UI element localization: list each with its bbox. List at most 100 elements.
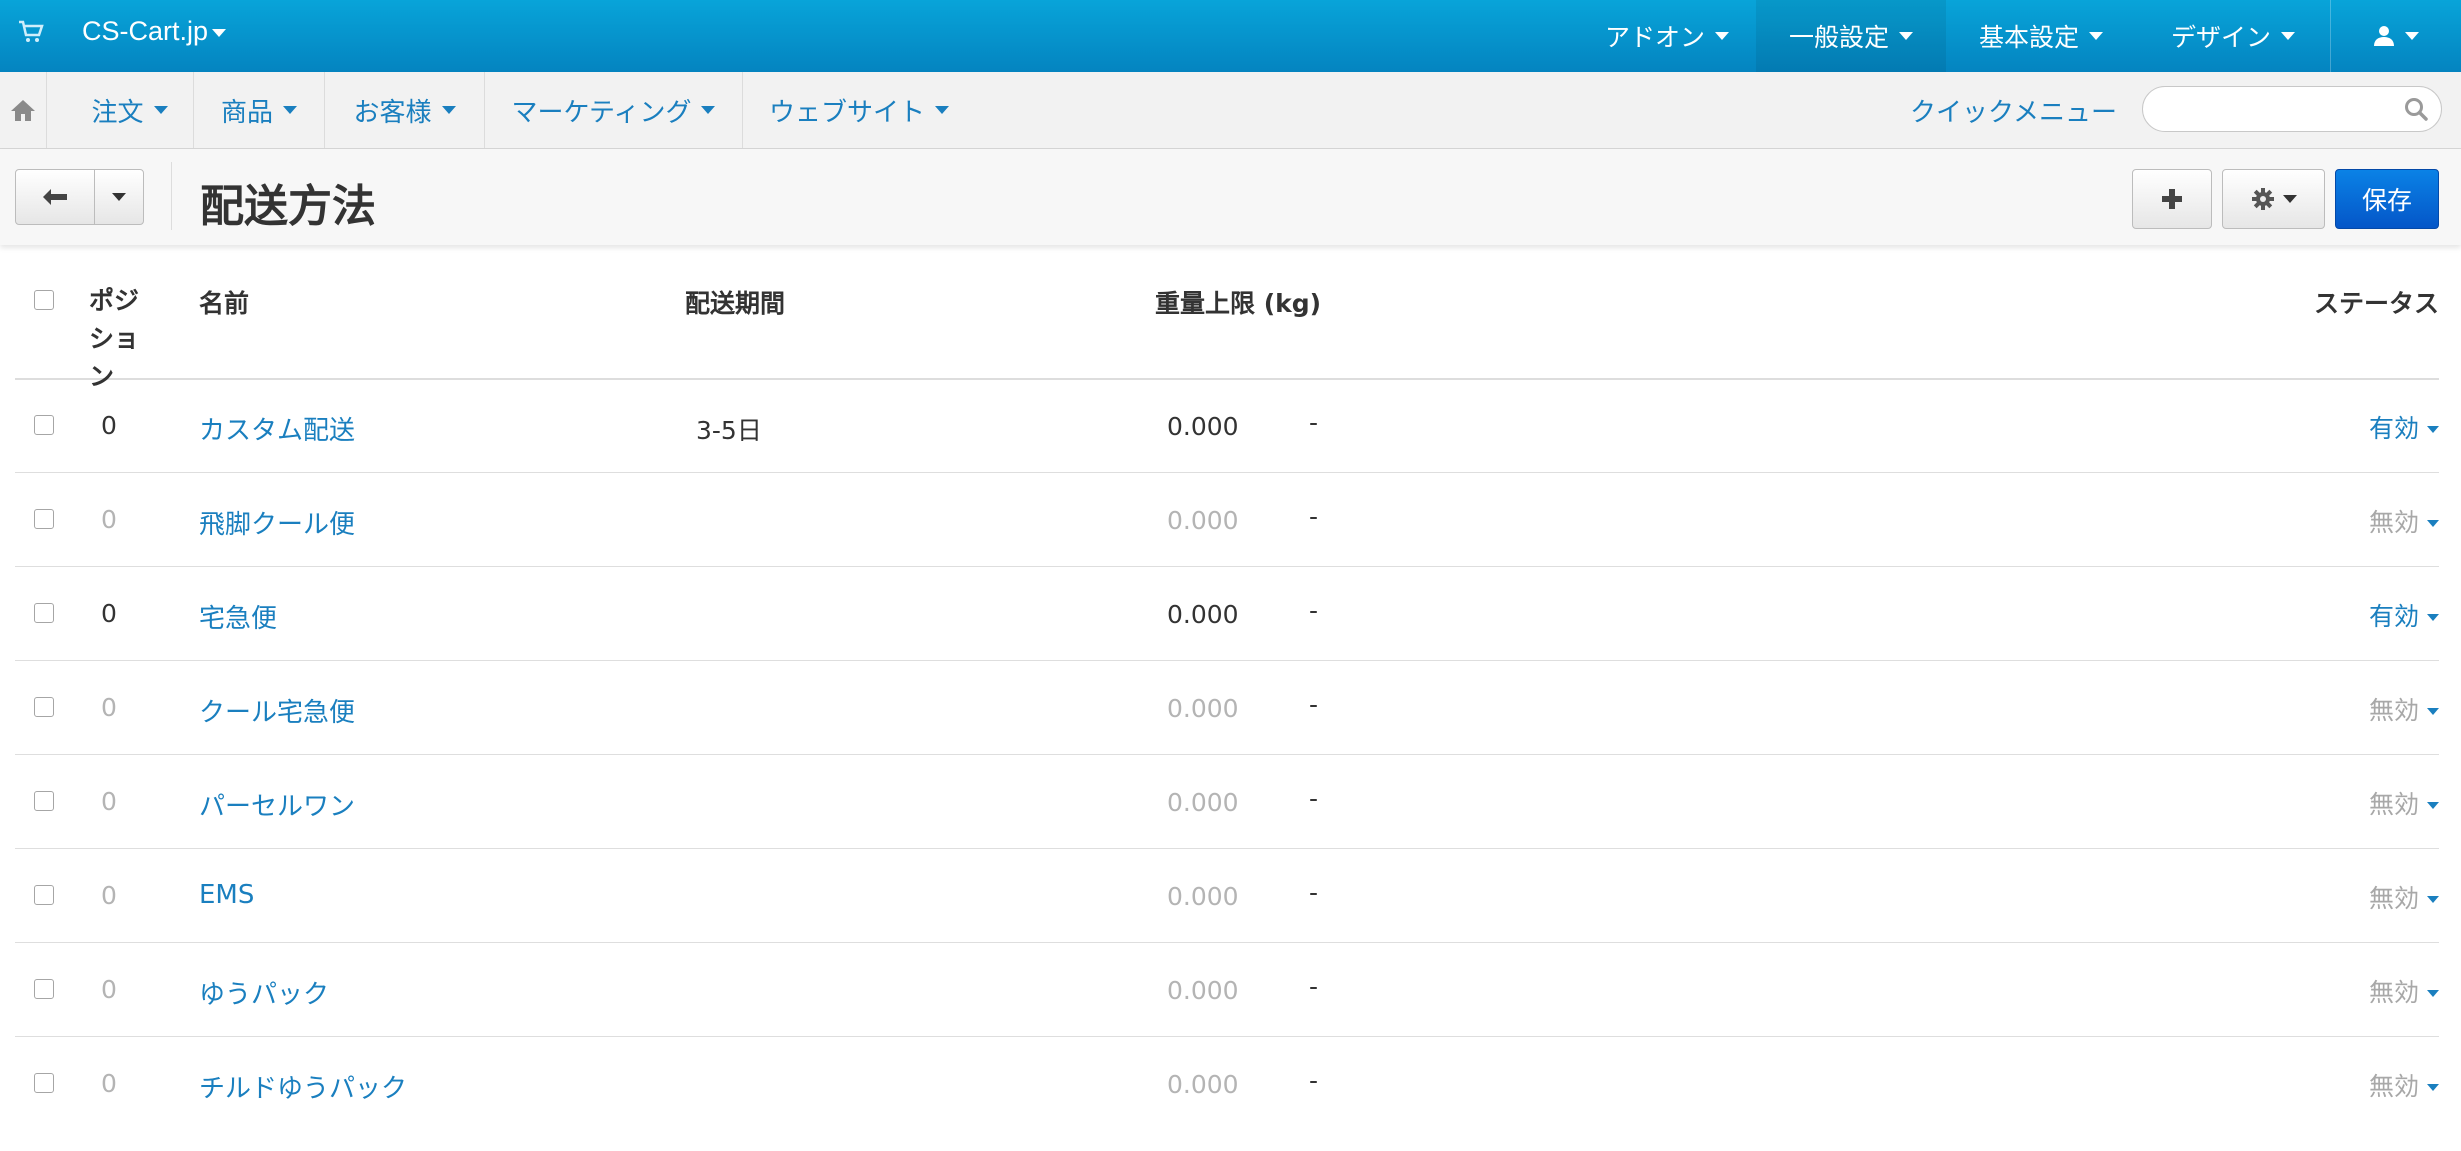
save-button-label: 保存 bbox=[2361, 186, 2412, 215]
nav-customers[interactable]: お客様 bbox=[325, 72, 485, 148]
weight-min: 0.000 bbox=[1167, 600, 1239, 629]
main-nav: 注文 商品 お客様 マーケティング ウェブサイト クイックメニュー bbox=[0, 72, 2461, 149]
nav-orders-label: 注文 bbox=[91, 97, 144, 128]
settings-button[interactable] bbox=[2222, 169, 2325, 229]
table-row: 0 EMS 0.000 - 無効 bbox=[15, 848, 2439, 943]
cart-icon bbox=[18, 20, 44, 44]
row-checkbox[interactable] bbox=[34, 791, 54, 811]
plus-icon bbox=[2161, 188, 2183, 210]
shipping-name-link[interactable]: クール宅急便 bbox=[199, 692, 355, 729]
row-checkbox[interactable] bbox=[34, 603, 54, 623]
quick-menu-label: クイックメニュー bbox=[1910, 97, 2117, 128]
row-checkbox[interactable] bbox=[34, 979, 54, 999]
caret-down-icon bbox=[2282, 195, 2297, 203]
status-label: 無効 bbox=[2368, 790, 2419, 819]
table-row: 0 ゆうパック 0.000 - 無効 bbox=[15, 942, 2439, 1037]
table-row: 0 宅急便 0.000 - 有効 bbox=[15, 566, 2439, 661]
top-bar: CS-Cart.jp アドオン 一般設定 基本設定 デザイン bbox=[0, 0, 2461, 72]
search-input[interactable] bbox=[2161, 87, 2395, 131]
status-dropdown[interactable]: 有効 bbox=[2289, 409, 2439, 445]
status-label: 無効 bbox=[2368, 884, 2419, 913]
nav-marketing-label: マーケティング bbox=[511, 97, 692, 128]
nav-customers-label: お客様 bbox=[353, 97, 432, 128]
caret-down-icon bbox=[701, 106, 716, 114]
delivery-period: 3-5日 bbox=[696, 416, 762, 445]
caret-down-icon bbox=[2427, 990, 2439, 997]
position-value: 0 bbox=[101, 411, 117, 440]
caret-down-icon bbox=[441, 106, 456, 114]
select-all-checkbox[interactable] bbox=[34, 290, 54, 310]
back-dropdown-button[interactable] bbox=[94, 169, 144, 225]
status-dropdown[interactable]: 無効 bbox=[2289, 503, 2439, 539]
status-dropdown[interactable]: 無効 bbox=[2289, 785, 2439, 821]
menu-design-label: デザイン bbox=[2170, 23, 2271, 52]
shipping-name-link[interactable]: 宅急便 bbox=[199, 598, 277, 635]
row-checkbox[interactable] bbox=[34, 509, 54, 529]
shipping-name-link[interactable]: EMS bbox=[199, 880, 254, 910]
back-button[interactable] bbox=[15, 169, 95, 225]
shipping-name-link[interactable]: パーセルワン bbox=[199, 786, 355, 823]
status-label: 有効 bbox=[2368, 602, 2419, 631]
status-dropdown[interactable]: 無効 bbox=[2289, 973, 2439, 1009]
shipping-name-link[interactable]: 飛脚クール便 bbox=[199, 504, 355, 541]
status-label: 無効 bbox=[2368, 696, 2419, 725]
caret-down-icon bbox=[2089, 32, 2103, 40]
weight-max: - bbox=[1309, 502, 1319, 531]
table-row: 0 飛脚クール便 0.000 - 無効 bbox=[15, 472, 2439, 567]
status-dropdown[interactable]: 無効 bbox=[2289, 1067, 2439, 1103]
home-icon[interactable] bbox=[0, 72, 47, 148]
menu-addons-label: アドオン bbox=[1604, 23, 1705, 52]
caret-down-icon bbox=[2427, 1084, 2439, 1091]
position-value: 0 bbox=[101, 787, 117, 816]
weight-max: - bbox=[1309, 878, 1319, 907]
caret-down-icon bbox=[2427, 520, 2439, 527]
row-checkbox[interactable] bbox=[34, 697, 54, 717]
status-dropdown[interactable]: 無効 bbox=[2289, 691, 2439, 727]
weight-min: 0.000 bbox=[1167, 788, 1239, 817]
status-dropdown[interactable]: 無効 bbox=[2289, 879, 2439, 915]
column-header-weight: 重量上限 (kg) bbox=[1155, 289, 1322, 318]
user-icon bbox=[2373, 25, 2395, 47]
nav-website[interactable]: ウェブサイト bbox=[743, 72, 975, 148]
position-value: 0 bbox=[101, 693, 117, 722]
add-button[interactable] bbox=[2132, 169, 2212, 229]
menu-general-settings-label: 一般設定 bbox=[1788, 23, 1889, 52]
caret-down-icon bbox=[2404, 32, 2419, 40]
save-button[interactable]: 保存 bbox=[2335, 169, 2439, 229]
caret-down-icon bbox=[935, 106, 949, 114]
shipping-name-link[interactable]: チルドゆうパック bbox=[199, 1068, 407, 1105]
nav-orders[interactable]: 注文 bbox=[66, 72, 194, 148]
menu-general-settings[interactable]: 一般設定 bbox=[1756, 0, 1946, 72]
caret-down-icon bbox=[283, 106, 297, 114]
weight-max: - bbox=[1309, 408, 1319, 437]
caret-down-icon bbox=[212, 28, 227, 37]
row-checkbox[interactable] bbox=[34, 415, 54, 435]
table-row: 0 チルドゆうパック 0.000 - 無効 bbox=[15, 1036, 2439, 1130]
caret-down-icon bbox=[153, 106, 168, 114]
column-header-name[interactable]: 名前 bbox=[199, 284, 249, 320]
weight-min: 0.000 bbox=[1167, 882, 1239, 911]
row-checkbox[interactable] bbox=[34, 1073, 54, 1093]
row-checkbox[interactable] bbox=[34, 885, 54, 905]
column-header-status: ステータス bbox=[2313, 289, 2439, 318]
menu-design[interactable]: デザイン bbox=[2136, 0, 2330, 72]
table-row: 0 カスタム配送 3-5日 0.000 - 有効 bbox=[15, 378, 2439, 473]
table-row: 0 パーセルワン 0.000 - 無効 bbox=[15, 754, 2439, 849]
nav-marketing[interactable]: マーケティング bbox=[485, 72, 743, 148]
status-label: 無効 bbox=[2368, 508, 2419, 537]
search-box bbox=[2142, 86, 2442, 132]
store-switcher[interactable]: CS-Cart.jp bbox=[82, 16, 227, 47]
menu-basic-settings[interactable]: 基本設定 bbox=[1946, 0, 2136, 72]
shipping-name-link[interactable]: ゆうパック bbox=[199, 974, 329, 1011]
back-arrow-icon bbox=[40, 186, 70, 208]
menu-basic-settings-label: 基本設定 bbox=[1978, 23, 2079, 52]
menu-addons[interactable]: アドオン bbox=[1578, 0, 1756, 72]
nav-products[interactable]: 商品 bbox=[194, 72, 325, 148]
search-icon[interactable] bbox=[2403, 96, 2429, 122]
weight-max: - bbox=[1309, 784, 1319, 813]
shipping-name-link[interactable]: カスタム配送 bbox=[199, 410, 355, 447]
page-title: 配送方法 bbox=[200, 181, 376, 232]
user-menu[interactable] bbox=[2330, 0, 2461, 72]
status-dropdown[interactable]: 有効 bbox=[2289, 597, 2439, 633]
quick-menu-link[interactable]: クイックメニュー bbox=[1910, 72, 2117, 148]
